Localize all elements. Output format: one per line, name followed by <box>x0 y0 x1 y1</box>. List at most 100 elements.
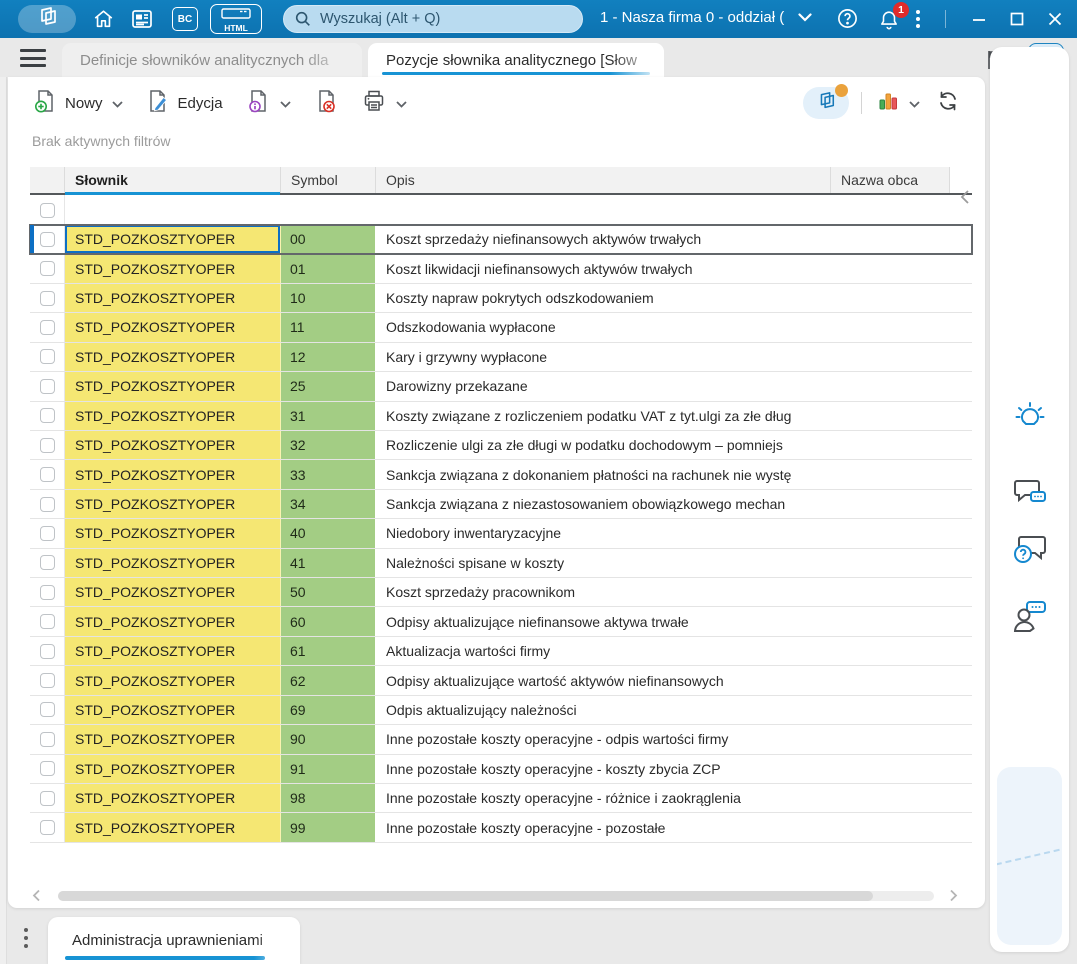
cell-nazwa-obca[interactable] <box>831 813 950 841</box>
tab-definicje-slownikow[interactable]: Definicje słowników analitycznych dla <box>62 43 362 77</box>
column-header-opis[interactable]: Opis <box>376 167 831 193</box>
row-checkbox[interactable] <box>39 437 55 453</box>
cell-slownik[interactable]: STD_POZKOSZTYOPER <box>65 519 281 548</box>
cell-slownik[interactable]: STD_POZKOSZTYOPER <box>65 607 281 636</box>
chart-button[interactable] <box>874 85 922 121</box>
cell-symbol[interactable]: 62 <box>281 666 376 695</box>
cell-symbol[interactable]: 01 <box>281 254 376 283</box>
scrollbar-track[interactable] <box>58 891 934 901</box>
cell-nazwa-obca[interactable] <box>831 549 950 577</box>
table-row[interactable]: STD_POZKOSZTYOPER 12 Kary i grzywny wypł… <box>30 342 972 373</box>
cell-symbol[interactable]: 33 <box>281 460 376 489</box>
table-row[interactable]: STD_POZKOSZTYOPER 99 Inne pozostałe kosz… <box>30 813 972 843</box>
cell-symbol[interactable]: 34 <box>281 489 376 519</box>
bottom-tab-administracja[interactable]: Administracja uprawnieniami <box>48 917 300 964</box>
row-checkbox[interactable] <box>39 467 55 483</box>
cell-opis[interactable]: Kary i grzywny wypłacone <box>376 343 831 371</box>
cell-slownik[interactable]: STD_POZKOSZTYOPER <box>65 430 281 460</box>
tab-pozycje-slownika[interactable]: Pozycje słownika analitycznego [Słow <box>368 43 664 77</box>
cell-symbol[interactable]: 99 <box>281 813 376 842</box>
cell-opis[interactable]: Sankcja związana z dokonaniem płatności … <box>376 460 831 488</box>
view-mode-button[interactable] <box>803 84 849 119</box>
cell-opis[interactable]: Koszty związane z rozliczeniem podatku V… <box>376 402 831 430</box>
document-info-button[interactable] <box>237 84 299 122</box>
cell-symbol[interactable]: 98 <box>281 784 376 813</box>
cell-symbol[interactable]: 11 <box>281 313 376 342</box>
cell-opis[interactable]: Inne pozostałe koszty operacyjne - pozos… <box>376 813 831 841</box>
row-checkbox[interactable] <box>39 349 55 365</box>
table-row[interactable]: STD_POZKOSZTYOPER 32 Rozliczenie ulgi za… <box>30 430 972 461</box>
cell-symbol[interactable]: 69 <box>281 695 376 725</box>
delete-button[interactable] <box>305 84 347 122</box>
cell-opis[interactable]: Odszkodowania wypłacone <box>376 313 831 341</box>
cell-slownik[interactable]: STD_POZKOSZTYOPER <box>65 225 281 254</box>
maximize-button[interactable] <box>1006 8 1028 30</box>
row-checkbox[interactable] <box>39 673 55 689</box>
cell-opis[interactable]: Inne pozostałe koszty operacyjne - koszt… <box>376 755 831 783</box>
refresh-button[interactable] <box>934 85 962 121</box>
cell-nazwa-obca[interactable] <box>831 666 950 694</box>
more-menu-button[interactable] <box>915 8 921 35</box>
cell-symbol[interactable]: 50 <box>281 578 376 607</box>
row-checkbox[interactable] <box>39 231 55 247</box>
company-selector[interactable]: 1 - Nasza firma 0 - oddział ( <box>600 9 812 26</box>
filter-cell-slownik[interactable] <box>65 195 281 225</box>
edit-button[interactable]: Edycja <box>137 84 231 122</box>
close-button[interactable] <box>1044 8 1066 30</box>
row-checkbox[interactable] <box>39 702 55 718</box>
row-checkbox[interactable] <box>39 584 55 600</box>
cell-symbol[interactable]: 90 <box>281 725 376 754</box>
cell-nazwa-obca[interactable] <box>831 402 950 430</box>
cell-opis[interactable]: Aktualizacja wartości firmy <box>376 637 831 665</box>
row-checkbox[interactable] <box>39 496 55 512</box>
row-checkbox[interactable] <box>39 319 55 335</box>
cell-symbol[interactable]: 10 <box>281 283 376 313</box>
cell-symbol[interactable]: 32 <box>281 430 376 460</box>
home-button[interactable] <box>92 8 115 35</box>
table-row[interactable]: STD_POZKOSZTYOPER 69 Odpis aktualizujący… <box>30 695 972 726</box>
cell-opis[interactable]: Inne pozostałe koszty operacyjne - odpis… <box>376 725 831 753</box>
cell-nazwa-obca[interactable] <box>831 696 950 724</box>
row-checkbox[interactable] <box>39 643 55 659</box>
cell-slownik[interactable]: STD_POZKOSZTYOPER <box>65 578 281 607</box>
cell-nazwa-obca[interactable] <box>831 460 950 488</box>
cell-opis[interactable]: Koszt sprzedaży pracownikom <box>376 578 831 606</box>
news-button[interactable] <box>130 8 154 35</box>
table-row[interactable]: STD_POZKOSZTYOPER 62 Odpisy aktualizując… <box>30 666 972 696</box>
column-header-symbol[interactable]: Symbol <box>281 167 376 193</box>
column-header-slownik[interactable]: Słownik <box>65 167 281 195</box>
cell-nazwa-obca[interactable] <box>831 784 950 812</box>
filter-cell-opis[interactable] <box>376 195 831 225</box>
collapse-columns-chevron[interactable] <box>960 189 970 210</box>
cell-opis[interactable]: Sankcja związana z niezastosowaniem obow… <box>376 490 831 518</box>
row-checkbox[interactable] <box>39 731 55 747</box>
cell-nazwa-obca[interactable] <box>831 725 950 753</box>
cell-slownik[interactable]: STD_POZKOSZTYOPER <box>65 401 281 430</box>
cell-slownik[interactable]: STD_POZKOSZTYOPER <box>65 489 281 519</box>
filter-cell-symbol[interactable] <box>281 195 376 225</box>
cell-nazwa-obca[interactable] <box>831 637 950 665</box>
cell-slownik[interactable]: STD_POZKOSZTYOPER <box>65 460 281 489</box>
consultant-button[interactable] <box>1011 599 1049 640</box>
cell-slownik[interactable]: STD_POZKOSZTYOPER <box>65 695 281 725</box>
cell-opis[interactable]: Koszty napraw pokrytych odszkodowaniem <box>376 284 831 312</box>
cell-nazwa-obca[interactable] <box>831 607 950 635</box>
cell-symbol[interactable]: 60 <box>281 607 376 636</box>
scrollbar-thumb[interactable] <box>58 891 873 901</box>
table-row[interactable]: STD_POZKOSZTYOPER 41 Należności spisane … <box>30 548 972 579</box>
cell-slownik[interactable]: STD_POZKOSZTYOPER <box>65 784 281 813</box>
cell-opis[interactable]: Niedobory inwentaryzacyjne <box>376 519 831 547</box>
help-center-button[interactable] <box>1011 533 1049 572</box>
cell-nazwa-obca[interactable] <box>831 372 950 400</box>
row-checkbox[interactable] <box>39 614 55 630</box>
bottom-menu-button[interactable] <box>24 928 28 952</box>
cell-slownik[interactable]: STD_POZKOSZTYOPER <box>65 813 281 842</box>
table-row[interactable]: STD_POZKOSZTYOPER 01 Koszt likwidacji ni… <box>30 254 972 284</box>
row-checkbox[interactable] <box>39 790 55 806</box>
main-menu-button[interactable] <box>20 49 46 69</box>
row-checkbox[interactable] <box>39 290 55 306</box>
cell-opis[interactable]: Odpis aktualizujący należności <box>376 696 831 724</box>
cell-symbol[interactable]: 25 <box>281 372 376 401</box>
cell-slownik[interactable]: STD_POZKOSZTYOPER <box>65 666 281 695</box>
cell-opis[interactable]: Odpisy aktualizujące niefinansowe aktywa… <box>376 607 831 635</box>
